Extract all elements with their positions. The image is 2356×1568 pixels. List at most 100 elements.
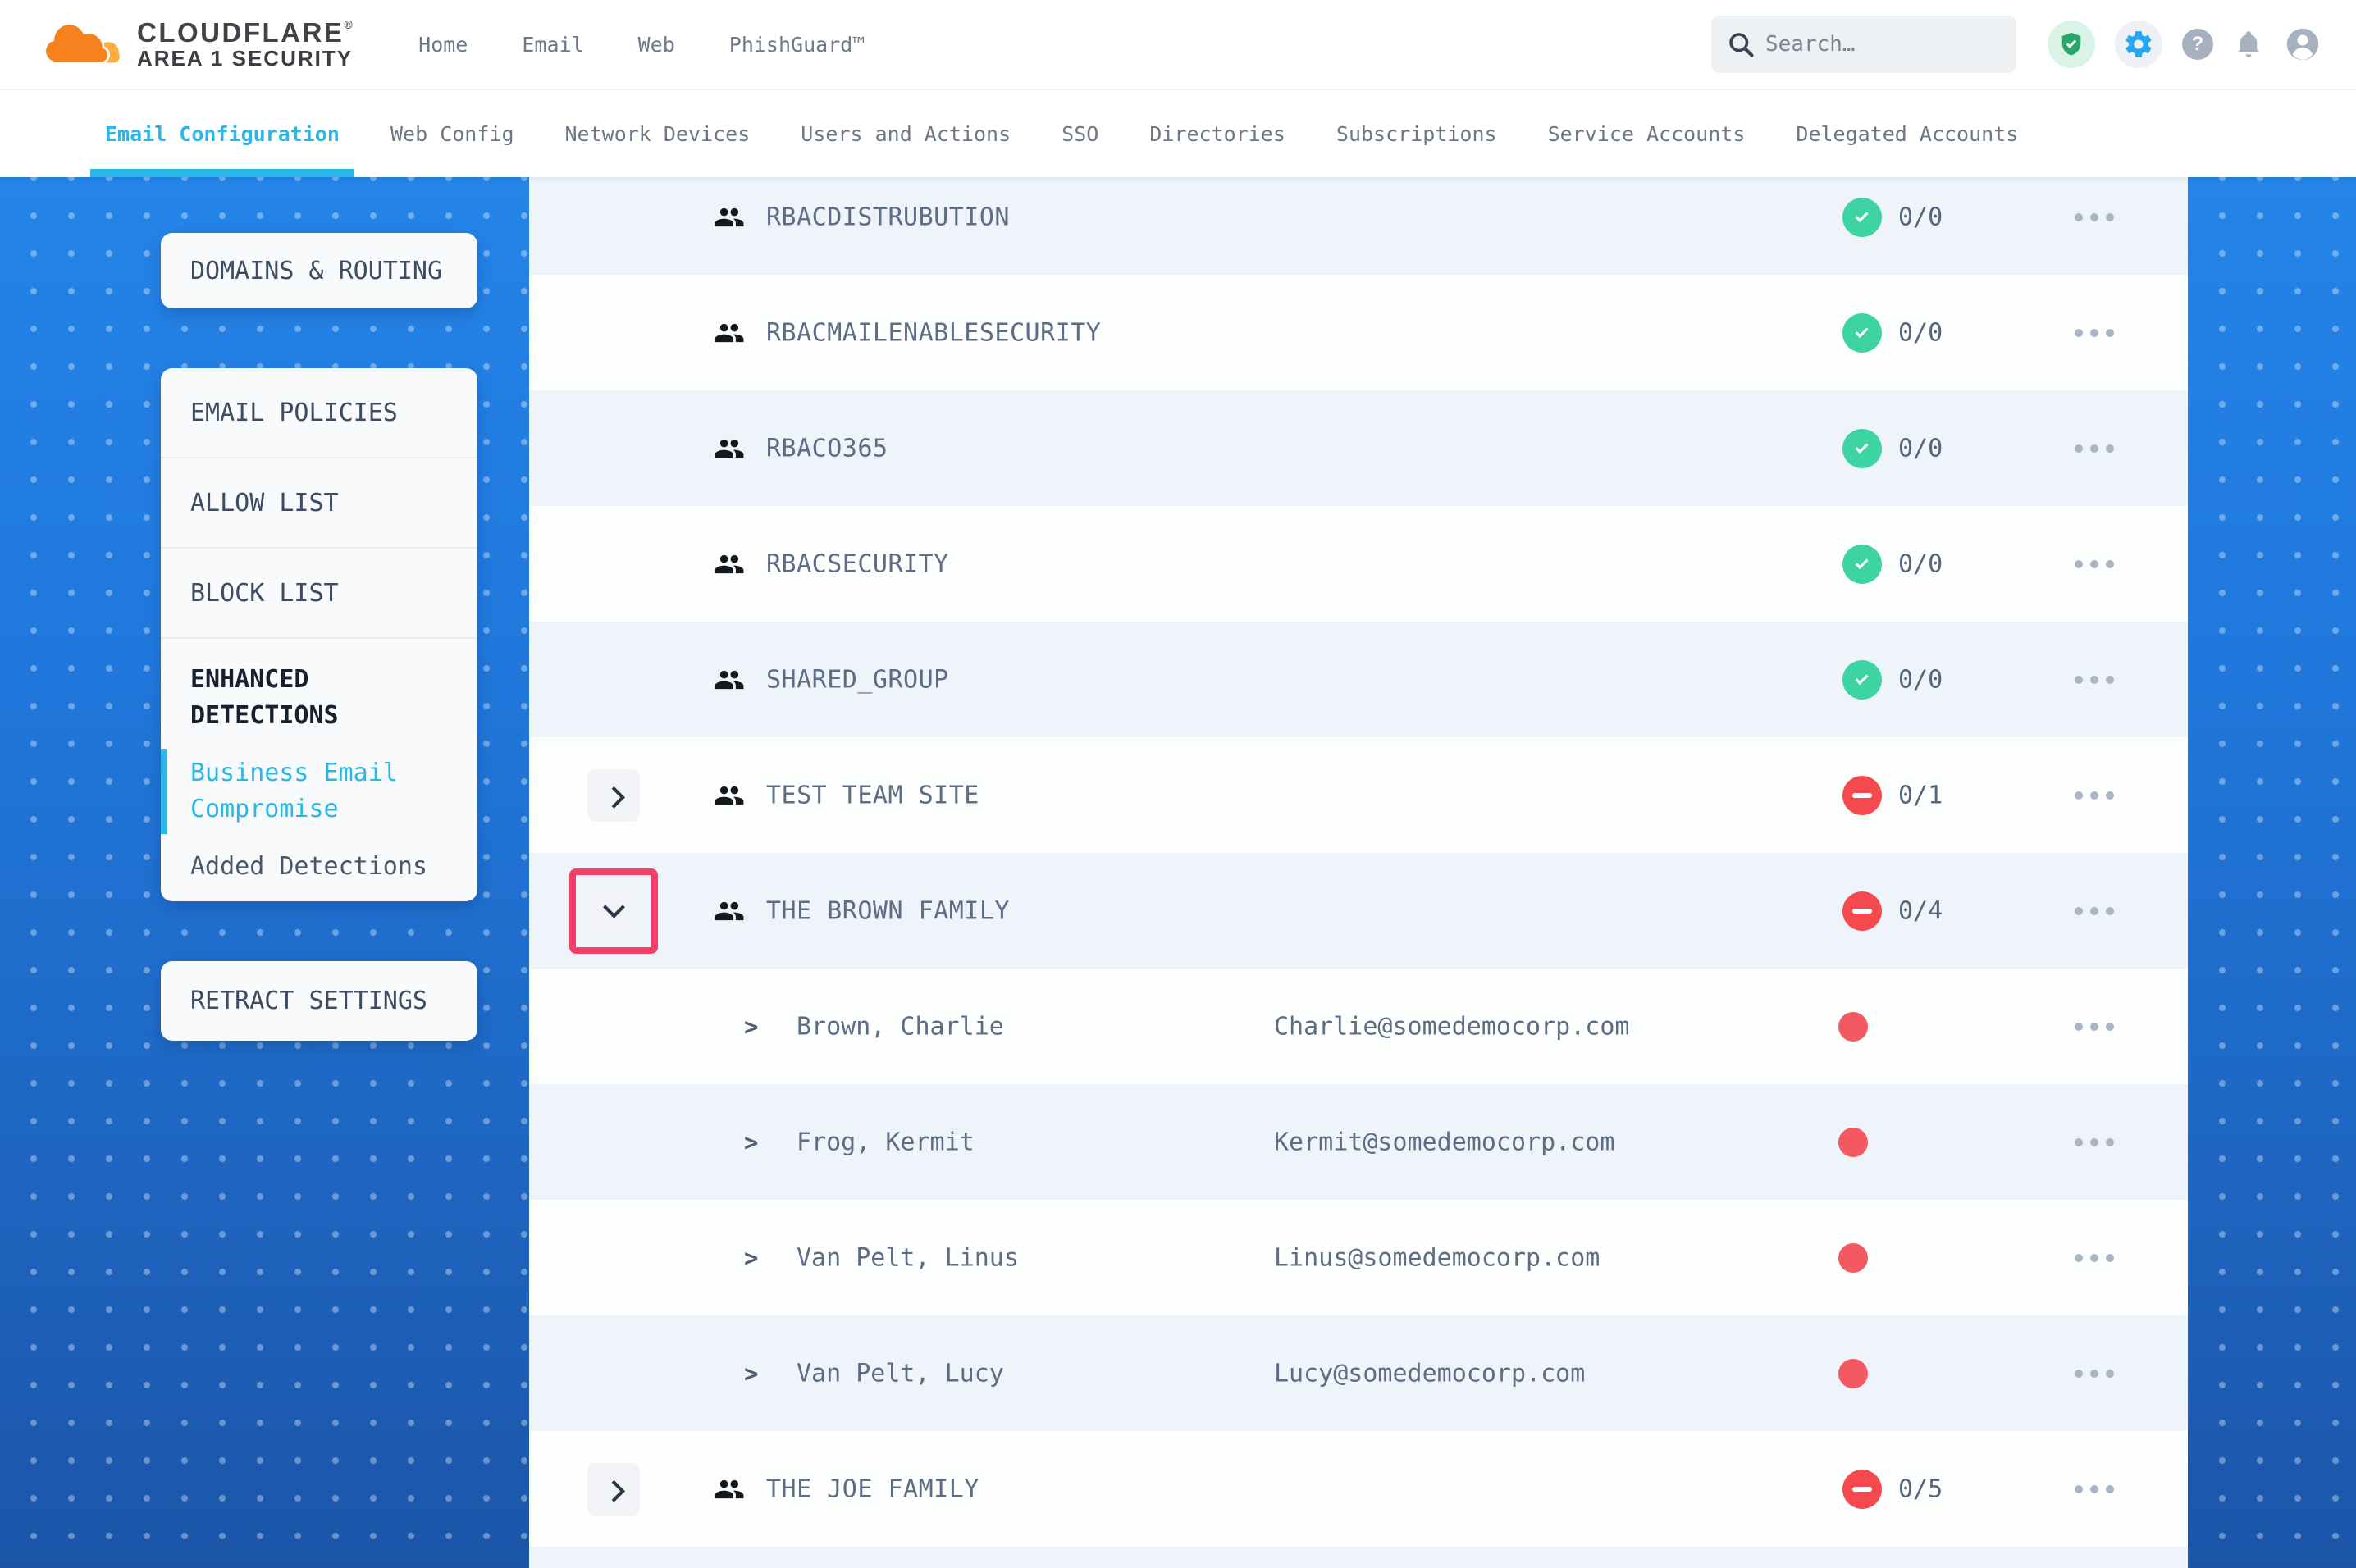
user-avatar-icon[interactable] [2284,25,2322,63]
settings-subnav: Email Configuration Web Config Network Dev… [0,90,2356,177]
table-row-group: THE BROWN FAMILY0/4 [529,853,2188,969]
group-icon [714,549,745,580]
table-row-group: RBACSECURITY0/0 [529,506,2188,622]
tab-service-accounts[interactable]: Service Accounts [1548,90,1746,177]
status-ok-icon [1842,429,1882,468]
tab-delegated-accounts[interactable]: Delegated Accounts [1796,90,2018,177]
group-name: SHARED_GROUP [766,665,949,694]
chevron-right-icon[interactable]: > [744,1013,758,1041]
sidebar-item-domains-routing[interactable]: DOMAINS & ROUTING [161,233,477,308]
group-icon [714,896,745,927]
sidebar-item-block-list[interactable]: BLOCK LIST [161,549,477,639]
header-nav: Home Email Web PhishGuard™ [418,33,865,57]
member-status-dot-icon [1838,1359,1868,1388]
group-name: RBACMAILENABLESECURITY [766,318,1101,347]
cloudflare-logo[interactable]: CLOUDFLARE® AREA 1 SECURITY [37,15,354,74]
row-menu-button[interactable] [2075,676,2114,684]
status-ok-icon [1842,313,1882,353]
table-row-filler [529,1547,2188,1568]
table-row-group: THE JOE FAMILY 0/5 [529,1431,2188,1547]
table-row-group: TEST TEAM SITE 0/1 [529,737,2188,853]
search-box [1711,16,2016,73]
tab-network-devices[interactable]: Network Devices [565,90,751,177]
member-count: 0/1 [1898,781,1943,809]
member-count: 0/0 [1898,665,1943,694]
member-email: Linus@somedemocorp.com [1274,1243,1600,1272]
row-menu-button[interactable] [2075,1023,2114,1031]
shield-check-icon[interactable] [2048,21,2095,68]
member-email: Charlie@somedemocorp.com [1274,1012,1629,1041]
tab-sso[interactable]: SSO [1062,90,1098,177]
row-menu-button[interactable] [2075,1138,2114,1146]
registered-mark: ® [344,18,354,31]
sidebar-item-email-policies[interactable]: EMAIL POLICIES [161,368,477,458]
search-icon [1726,30,1756,59]
tab-web-config[interactable]: Web Config [390,90,514,177]
gear-icon[interactable] [2115,21,2162,68]
row-menu-button[interactable] [2075,791,2114,800]
member-status-dot-icon [1838,1012,1868,1042]
row-menu-button[interactable] [2075,560,2114,568]
sidebar-item-added-detections[interactable]: Added Detections [190,849,448,885]
tab-users-and-actions[interactable]: Users and Actions [801,90,1011,177]
chevron-right-icon[interactable]: > [744,1128,758,1156]
row-menu-button[interactable] [2075,444,2114,453]
header-nav-home[interactable]: Home [418,33,468,57]
member-count: 0/5 [1898,1475,1943,1503]
chevron-right-icon [603,786,625,809]
row-menu-button[interactable] [2075,329,2114,337]
group-icon [714,202,745,233]
member-name: Van Pelt, Linus [797,1243,1019,1272]
row-menu-button[interactable] [2075,1254,2114,1262]
table-row-group: RBACO3650/0 [529,390,2188,506]
group-icon [714,433,745,464]
group-name: THE JOE FAMILY [766,1475,979,1503]
member-name: Frog, Kermit [797,1128,975,1156]
enhanced-items: Business Email Compromise Added Detection… [190,755,448,885]
header-icon-cluster: ? [2048,21,2322,68]
sidebar-item-business-email-compromise[interactable]: Business Email Compromise [190,755,448,827]
member-status-dot-icon [1838,1128,1868,1157]
member-email: Kermit@somedemocorp.com [1274,1128,1614,1156]
email-policies-card: EMAIL POLICIESALLOW LISTBLOCK LIST ENHAN… [161,368,477,901]
member-email: Lucy@somedemocorp.com [1274,1359,1585,1388]
row-menu-button[interactable] [2075,1485,2114,1493]
expand-button[interactable] [587,769,640,822]
enhanced-detections-title: ENHANCED DETECTIONS [190,662,448,734]
tab-email-configuration[interactable]: Email Configuration [105,90,340,177]
header-nav-web[interactable]: Web [638,33,675,57]
row-menu-button[interactable] [2075,213,2114,221]
row-menu-button[interactable] [2075,1370,2114,1378]
chevron-right-icon [603,1480,625,1502]
expand-button[interactable] [587,1463,640,1516]
tab-subscriptions[interactable]: Subscriptions [1336,90,1497,177]
group-name: RBACSECURITY [766,549,949,578]
group-icon [714,664,745,695]
header-nav-phishguard[interactable]: PhishGuard™ [729,33,865,57]
status-blocked-icon [1842,1470,1882,1509]
table-row-member: >Brown, CharlieCharlie@somedemocorp.com [529,969,2188,1084]
bell-icon[interactable] [2233,29,2264,60]
member-status-dot-icon [1838,1243,1868,1273]
sidebar-item-allow-list[interactable]: ALLOW LIST [161,458,477,549]
sidebar-item-retract-settings[interactable]: RETRACT SETTINGS [161,961,477,1041]
group-icon [714,780,745,811]
chevron-right-icon[interactable]: > [744,1244,758,1272]
highlight-box [569,868,658,954]
table-row-group: RBACDISTRUBUTION0/0 [529,177,2188,275]
search-input[interactable] [1711,16,2016,73]
member-count: 0/4 [1898,896,1943,925]
enhanced-detections-section: ENHANCED DETECTIONS Business Email Compr… [161,639,477,885]
sidebar-item-label: DOMAINS & ROUTING [190,257,442,285]
help-icon[interactable]: ? [2182,29,2213,60]
table-row-member: > Van Pelt, Linus Linus@somedemocorp.com [529,1200,2188,1315]
row-menu-button[interactable] [2075,907,2114,915]
header-nav-email[interactable]: Email [522,33,583,57]
table-row-member: > Frog, Kermit Kermit@somedemocorp.com [529,1084,2188,1200]
tab-directories[interactable]: Directories [1149,90,1285,177]
policy-items: EMAIL POLICIESALLOW LISTBLOCK LIST [161,368,477,639]
page-background: DOMAINS & ROUTING EMAIL POLICIESALLOW LI… [0,177,2356,1568]
chevron-right-icon[interactable]: > [744,1360,758,1388]
group-name: TEST TEAM SITE [766,781,979,809]
group-name: RBACO365 [766,434,888,463]
